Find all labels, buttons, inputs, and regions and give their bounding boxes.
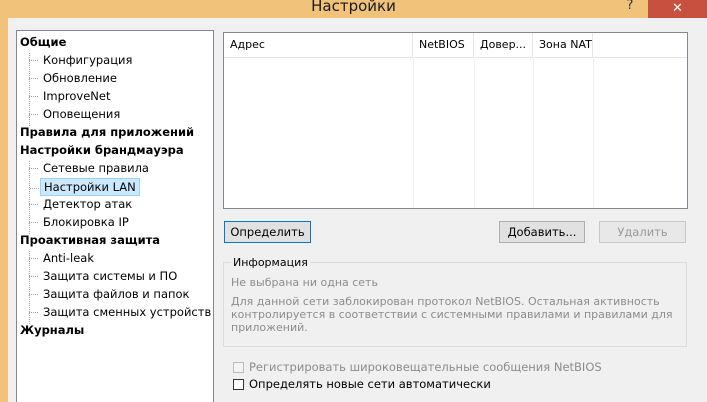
column-address[interactable]: Адрес [224, 33, 413, 57]
log-netbios-checkbox[interactable] [233, 361, 244, 373]
column-divider [413, 57, 414, 208]
tree-item-device-protection[interactable]: Защита сменных устройств [28, 303, 214, 321]
detect-new-label: Определять новые сети автоматически [249, 377, 491, 391]
tree-connector [29, 161, 30, 234]
detect-new-option: Определять новые сети автоматически [233, 377, 491, 391]
info-status: Не выбрана ни одна сеть [231, 276, 378, 289]
tree-category-firewall[interactable]: Настройки брандмауэра [20, 141, 184, 159]
tree-item-notifications[interactable]: Оповещения [28, 105, 123, 123]
column-divider [474, 57, 475, 208]
tree-item-anti-leak[interactable]: Anti-leak [29, 249, 97, 267]
tree-category-general[interactable]: Общие [20, 33, 66, 51]
add-button[interactable]: Добавить... [499, 221, 585, 243]
tree-item-attack-detector[interactable]: Детектор атак [28, 195, 135, 213]
settings-tree[interactable]: Общие Конфигурация Обновление ImproveNet… [16, 30, 214, 402]
networks-table[interactable]: Адрес NetBIOS Довер... Зона NAT [223, 32, 688, 209]
column-divider [533, 57, 534, 208]
tree-category-logs[interactable]: Журналы [20, 321, 84, 339]
tree-item-update[interactable]: Обновление [29, 69, 120, 87]
tree-category-app-rules[interactable]: Правила для приложений [20, 123, 194, 141]
dialog-body: Общие Конфигурация Обновление ImproveNet… [8, 18, 707, 402]
tree-item-lan-settings[interactable]: Настройки LAN [30, 178, 140, 196]
info-description: Для данной сети заблокирован протокол Ne… [231, 295, 673, 334]
tree-item-network-rules[interactable]: Сетевые правила [29, 159, 152, 177]
detect-new-checkbox[interactable] [233, 378, 244, 390]
log-netbios-label: Регистрировать широковещательные сообщен… [249, 360, 602, 374]
close-button[interactable]: ✕ [648, 0, 707, 18]
info-title: Информация [231, 256, 310, 269]
help-icon[interactable]: ? [620, 0, 640, 14]
table-header: Адрес NetBIOS Довер... Зона NAT [224, 33, 687, 58]
column-nat-zone[interactable]: Зона NAT [533, 33, 593, 57]
tree-connector [29, 53, 30, 126]
tree-item-configuration[interactable]: Конфигурация [28, 51, 135, 69]
column-trusted[interactable]: Довер... [474, 33, 533, 57]
tree-category-proactive[interactable]: Проактивная защита [20, 231, 160, 249]
title-bar: Настройки ? ✕ [0, 0, 707, 18]
window-title: Настройки [311, 0, 396, 15]
tree-item-file-protection[interactable]: Защита файлов и папок [29, 285, 193, 303]
tree-item-system-protection[interactable]: Защита системы и ПО [28, 267, 180, 285]
detect-button[interactable]: Определить [224, 221, 311, 243]
tree-item-ip-blocking[interactable]: Блокировка IP [29, 213, 132, 231]
log-netbios-option: Регистрировать широковещательные сообщен… [233, 360, 602, 374]
tree-item-improvenet[interactable]: ImproveNet [28, 87, 113, 105]
tree-connector [29, 251, 30, 324]
column-netbios[interactable]: NetBIOS [413, 33, 474, 57]
remove-button[interactable]: Удалить [599, 221, 686, 243]
column-divider [593, 57, 594, 208]
